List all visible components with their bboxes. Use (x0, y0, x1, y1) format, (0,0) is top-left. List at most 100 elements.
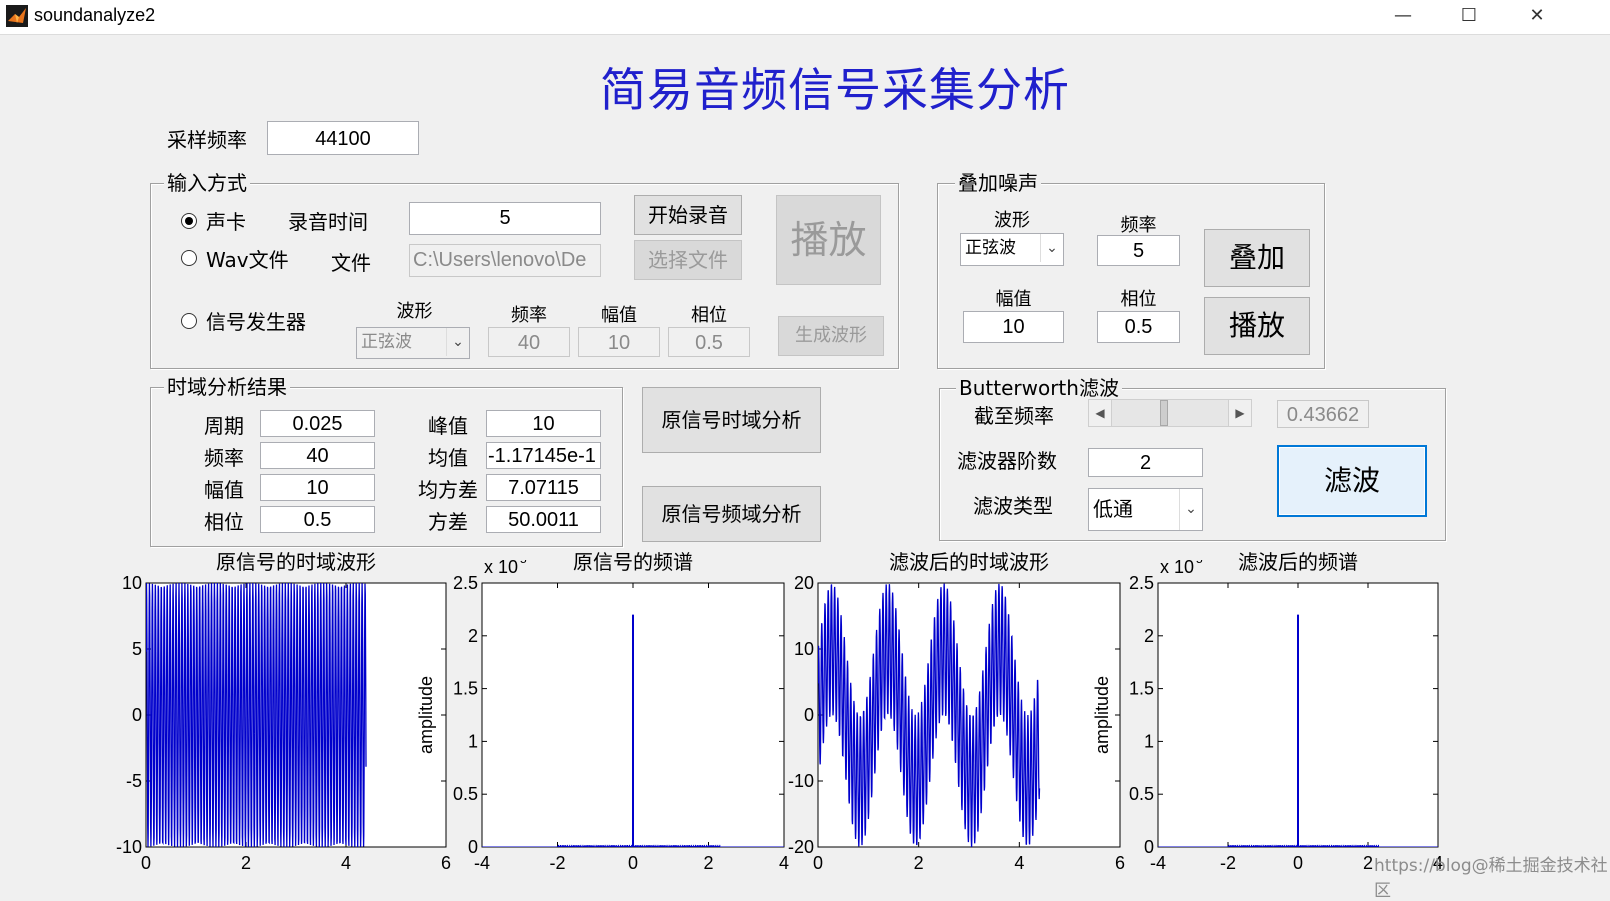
freq-analysis-button[interactable]: 原信号频域分析 (642, 486, 821, 542)
filter-type-select[interactable]: 低通 ⌄ (1088, 488, 1203, 531)
plot4-axes: -4-20242.521.510.50x 105amplitude (1092, 560, 1443, 873)
plot4-exponent-sup: 5 (1196, 560, 1203, 566)
noise-freq-input[interactable]: 5 (1097, 235, 1180, 266)
plot2-ytick-label: 2 (468, 626, 478, 646)
rec-time-label: 录音时间 (288, 210, 368, 234)
plot3-ytick-label: -10 (788, 771, 814, 791)
phase-input[interactable]: 0.5 (260, 506, 375, 533)
plot2-exponent-label: x 10 (484, 560, 518, 577)
plot2-ytick-label: 1 (468, 731, 478, 751)
input-method-title: 输入方式 (164, 167, 250, 196)
cutoff-label: 截至频率 (974, 404, 1054, 428)
file-path-input[interactable]: C:\Users\lenovo\De (409, 244, 601, 277)
plot1-ytick-label: -10 (116, 837, 142, 857)
chevron-down-icon: ⌄ (1179, 489, 1202, 530)
plot2-ytick-label: 1.5 (453, 679, 478, 699)
plot1-xtick-label: 0 (141, 853, 151, 873)
plot1-xtick-label: 6 (441, 853, 451, 873)
order-label: 滤波器阶数 (957, 449, 1057, 473)
plot4-ytick-label: 2 (1144, 626, 1154, 646)
freq-label: 频率 (204, 446, 244, 470)
chevron-down-icon: ⌄ (446, 328, 469, 356)
noise-wave-label: 波形 (994, 210, 1030, 231)
noise-phase-input[interactable]: 0.5 (1097, 311, 1180, 343)
mean-input[interactable]: -1.17145e-1 (486, 442, 601, 469)
gen-wave-value: 正弦波 (361, 332, 412, 352)
gen-phase-input[interactable]: 0.5 (668, 327, 750, 357)
noise-wave-select[interactable]: 正弦波 ⌄ (960, 233, 1064, 266)
plot1-ytick-label: -5 (126, 771, 142, 791)
select-file-button[interactable]: 选择文件 (634, 240, 742, 280)
order-input[interactable]: 2 (1088, 448, 1203, 477)
cutoff-slider[interactable]: ◀ ▶ (1088, 399, 1252, 427)
window-titlebar (0, 0, 1610, 35)
plot2-ytick-label: 0 (468, 837, 478, 857)
noise-phase-label: 相位 (1120, 289, 1157, 310)
plot4-ytick-label: 2.5 (1129, 573, 1154, 593)
noise-wave-value: 正弦波 (965, 238, 1016, 258)
plot3-ytick-label: 0 (804, 705, 814, 725)
sampling-rate-input[interactable]: 44100 (267, 121, 419, 155)
plot3-xtick-label: 6 (1115, 853, 1125, 873)
slider-thumb[interactable] (1159, 400, 1168, 426)
matlab-icon (6, 5, 28, 27)
play-button[interactable]: 播放 (776, 195, 881, 285)
std-input[interactable]: 7.07115 (486, 474, 601, 501)
minimize-button[interactable]: — (1380, 0, 1426, 34)
var-input[interactable]: 50.0011 (486, 506, 601, 533)
slider-right-arrow-icon[interactable]: ▶ (1228, 400, 1251, 426)
maximize-button[interactable]: ☐ (1446, 0, 1492, 34)
peak-label: 峰值 (428, 414, 468, 438)
plot2-ytick-label: 2.5 (453, 573, 478, 593)
period-input[interactable]: 0.025 (260, 410, 375, 437)
file-label: 文件 (331, 251, 371, 275)
radio-soundcard[interactable] (181, 213, 197, 229)
generate-wave-button[interactable]: 生成波形 (778, 316, 884, 356)
gen-amp-input[interactable]: 10 (578, 327, 660, 357)
gen-wave-label: 波形 (396, 301, 433, 322)
plot3-ytick-label: 20 (794, 573, 814, 593)
app-title: 简易音频信号采集分析 (600, 63, 1070, 117)
plot3-axes: 0 2 4 6 20 10 0 -10 -20 (788, 573, 1125, 873)
filter-type-value: 低通 (1093, 497, 1133, 521)
period-label: 周期 (204, 414, 244, 438)
radio-wav[interactable] (181, 250, 197, 266)
plot1-xtick-label: 4 (341, 853, 351, 873)
cutoff-value: 0.43662 (1277, 400, 1369, 428)
window-title: soundanalyze2 (34, 5, 156, 25)
peak-input[interactable]: 10 (486, 410, 601, 437)
radio-soundcard-label: 声卡 (206, 210, 246, 234)
rec-time-input[interactable]: 5 (409, 202, 601, 235)
var-label: 方差 (428, 510, 468, 534)
gen-freq-input[interactable]: 40 (488, 327, 570, 357)
plot3-ytick-label: -20 (788, 837, 814, 857)
plot1-ytick-label: 5 (132, 639, 142, 659)
close-button[interactable]: ✕ (1514, 0, 1560, 34)
freq-input[interactable]: 40 (260, 442, 375, 469)
phase-label: 相位 (204, 510, 244, 534)
plot3-ytick-label: 10 (794, 639, 814, 659)
mean-label: 均值 (428, 446, 468, 470)
gen-amp-label: 幅值 (601, 305, 637, 326)
noise-panel-title: 叠加噪声 (955, 167, 1041, 196)
filter-button[interactable]: 滤波 (1277, 445, 1427, 517)
noise-amp-input[interactable]: 10 (963, 311, 1064, 343)
amp-input[interactable]: 10 (260, 474, 375, 501)
gen-freq-label: 频率 (511, 305, 547, 326)
time-results-title: 时域分析结果 (164, 371, 290, 400)
noise-play-button[interactable]: 播放 (1204, 297, 1310, 355)
sampling-rate-label: 采样频率 (167, 128, 247, 152)
time-analysis-button[interactable]: 原信号时域分析 (642, 387, 821, 453)
filter-type-label: 滤波类型 (973, 494, 1053, 518)
radio-generator-label: 信号发生器 (206, 310, 306, 334)
gen-wave-select[interactable]: 正弦波 ⌄ (356, 327, 470, 359)
plot3-xtick-label: 0 (813, 853, 823, 873)
plot2-ytick-label: 0.5 (453, 784, 478, 804)
start-record-button[interactable]: 开始录音 (634, 195, 742, 235)
plot4-ytick-label: 1 (1144, 731, 1154, 751)
gen-phase-label: 相位 (691, 305, 727, 326)
plot2-xtick-label: -2 (549, 853, 565, 873)
radio-generator[interactable] (181, 313, 197, 329)
slider-left-arrow-icon[interactable]: ◀ (1089, 400, 1112, 426)
add-noise-button[interactable]: 叠加 (1204, 229, 1310, 287)
